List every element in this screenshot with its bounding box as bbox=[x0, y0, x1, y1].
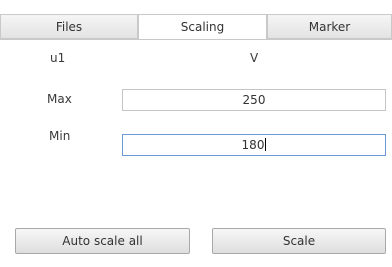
max-label: Max bbox=[47, 92, 72, 106]
tab-files[interactable]: Files bbox=[0, 14, 138, 39]
text-caret bbox=[265, 138, 267, 151]
tab-bar: Files Scaling Marker bbox=[0, 14, 392, 40]
channel-unit: V bbox=[250, 51, 259, 65]
max-value: 250 bbox=[242, 93, 266, 107]
tab-marker[interactable]: Marker bbox=[267, 14, 392, 39]
min-value: 180 bbox=[241, 138, 265, 152]
min-input[interactable]: 180 bbox=[122, 134, 386, 156]
max-input[interactable]: 250 bbox=[122, 89, 386, 111]
auto-scale-all-button[interactable]: Auto scale all bbox=[15, 228, 190, 254]
tab-scaling[interactable]: Scaling bbox=[138, 14, 267, 40]
channel-name: u1 bbox=[50, 51, 66, 65]
scale-button[interactable]: Scale bbox=[212, 228, 386, 254]
min-label: Min bbox=[49, 129, 71, 143]
tab-content-border bbox=[0, 39, 392, 40]
